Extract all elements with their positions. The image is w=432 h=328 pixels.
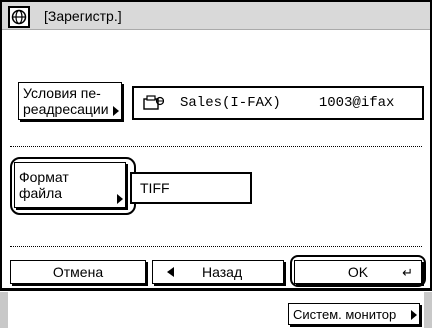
fax-globe-icon xyxy=(8,6,30,28)
destination-address: 1003@ifax xyxy=(318,95,395,111)
file-format-label-2: файла xyxy=(19,185,63,201)
destination-type: Sales(I-FAX) xyxy=(180,95,281,111)
back-label: Назад xyxy=(202,264,243,280)
system-monitor-button[interactable]: Систем. монитор xyxy=(288,303,420,325)
cancel-button[interactable]: Отмена xyxy=(10,260,146,284)
cancel-label: Отмена xyxy=(52,264,104,280)
forwarding-conditions-button[interactable]: Условия пе- реадресации xyxy=(18,82,122,120)
arrow-right-icon xyxy=(117,194,123,204)
back-button[interactable]: Назад xyxy=(152,260,284,284)
file-format-button[interactable]: Формат файла xyxy=(14,162,126,208)
arrow-right-icon xyxy=(411,310,417,320)
arrow-right-icon xyxy=(113,106,119,116)
forwarding-conditions-label-1: Условия пе- xyxy=(23,85,101,101)
main-panel: [Зарегистр.] Условия пе- реадресации Sal… xyxy=(0,0,432,290)
ifax-icon xyxy=(142,94,166,112)
title-bar: [Зарегистр.] xyxy=(2,2,430,30)
status-bar-right-edge xyxy=(424,292,432,328)
system-monitor-label: Систем. монитор xyxy=(293,307,397,322)
file-format-field: TIFF xyxy=(130,172,252,204)
file-format-label-1: Формат xyxy=(19,169,69,185)
divider xyxy=(10,246,422,247)
forwarding-destination-field: Sales(I-FAX) 1003@ifax xyxy=(132,86,424,120)
file-format-value: TIFF xyxy=(140,180,170,196)
enter-icon: ↵ xyxy=(402,265,413,280)
divider xyxy=(10,146,422,147)
page-title: [Зарегистр.] xyxy=(44,8,122,24)
ok-button[interactable]: OK ↵ xyxy=(294,260,422,284)
forwarding-conditions-label-2: реадресации xyxy=(23,101,109,117)
ok-label: OK xyxy=(347,264,369,280)
arrow-left-icon xyxy=(167,267,174,277)
status-bar-left-edge xyxy=(0,292,8,328)
